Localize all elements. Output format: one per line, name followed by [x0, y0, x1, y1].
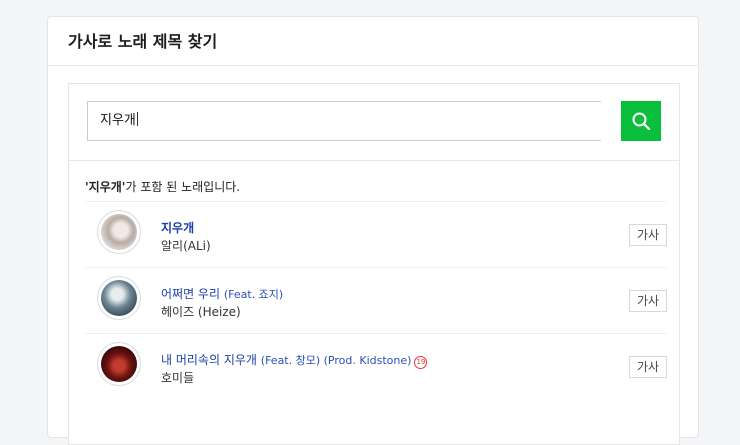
- result-suffix: 가 포함 된 노래입니다.: [125, 180, 241, 194]
- album-cover[interactable]: [97, 276, 141, 320]
- song-artist: 알리(ALi): [161, 239, 211, 253]
- song-item: 내 머리속의 지우개 (Feat. 창모) (Prod. Kidstone) 19…: [85, 334, 667, 399]
- lyrics-button[interactable]: 가사: [629, 290, 667, 312]
- result-note: '지우개'가 포함 된 노래입니다.: [69, 161, 679, 194]
- lyrics-search-panel: 가사로 노래 제목 찾기 지우개 '지우개'가 포함 된 노래입니다. 지우개 …: [47, 16, 699, 445]
- lyrics-button[interactable]: 가사: [629, 356, 667, 378]
- song-feat: (Feat. 죠지): [223, 288, 284, 301]
- age-restriction-badge: 19: [414, 356, 428, 369]
- search-input-value: 지우개: [100, 113, 136, 128]
- song-title-link[interactable]: 어쩌면 우리 (Feat. 죠지): [161, 285, 283, 302]
- search-box-container: 지우개 '지우개'가 포함 된 노래입니다. 지우개 알리(ALi) 가사 어쩌…: [68, 83, 680, 445]
- song-title-link[interactable]: 내 머리속의 지우개 (Feat. 창모) (Prod. Kidstone) 19: [161, 351, 428, 369]
- search-input[interactable]: 지우개: [87, 101, 601, 141]
- song-item: 어쩌면 우리 (Feat. 죠지) 헤이즈 (Heize) 가사: [85, 268, 667, 334]
- song-list: 지우개 알리(ALi) 가사 어쩌면 우리 (Feat. 죠지) 헤이즈 (He…: [69, 202, 679, 399]
- lyrics-button[interactable]: 가사: [629, 224, 667, 246]
- search-row: 지우개: [69, 84, 679, 161]
- song-item: 지우개 알리(ALi) 가사: [85, 202, 667, 268]
- song-artist: 헤이즈 (Heize): [161, 305, 241, 319]
- song-artist: 호미들: [161, 371, 195, 385]
- song-title: 지우개: [161, 221, 195, 235]
- song-title: 내 머리속의 지우개: [161, 353, 257, 367]
- search-button[interactable]: [621, 101, 661, 141]
- album-cover[interactable]: [97, 210, 141, 254]
- panel-title: 가사로 노래 제목 찾기: [48, 17, 698, 66]
- result-keyword: '지우개': [85, 180, 126, 194]
- song-title-link[interactable]: 지우개: [161, 219, 194, 236]
- text-caret: [136, 112, 138, 126]
- search-icon: [632, 112, 651, 131]
- song-title: 어쩌면 우리: [161, 287, 221, 301]
- album-cover[interactable]: [97, 342, 141, 386]
- song-feat: (Feat. 창모) (Prod. Kidstone): [260, 354, 412, 367]
